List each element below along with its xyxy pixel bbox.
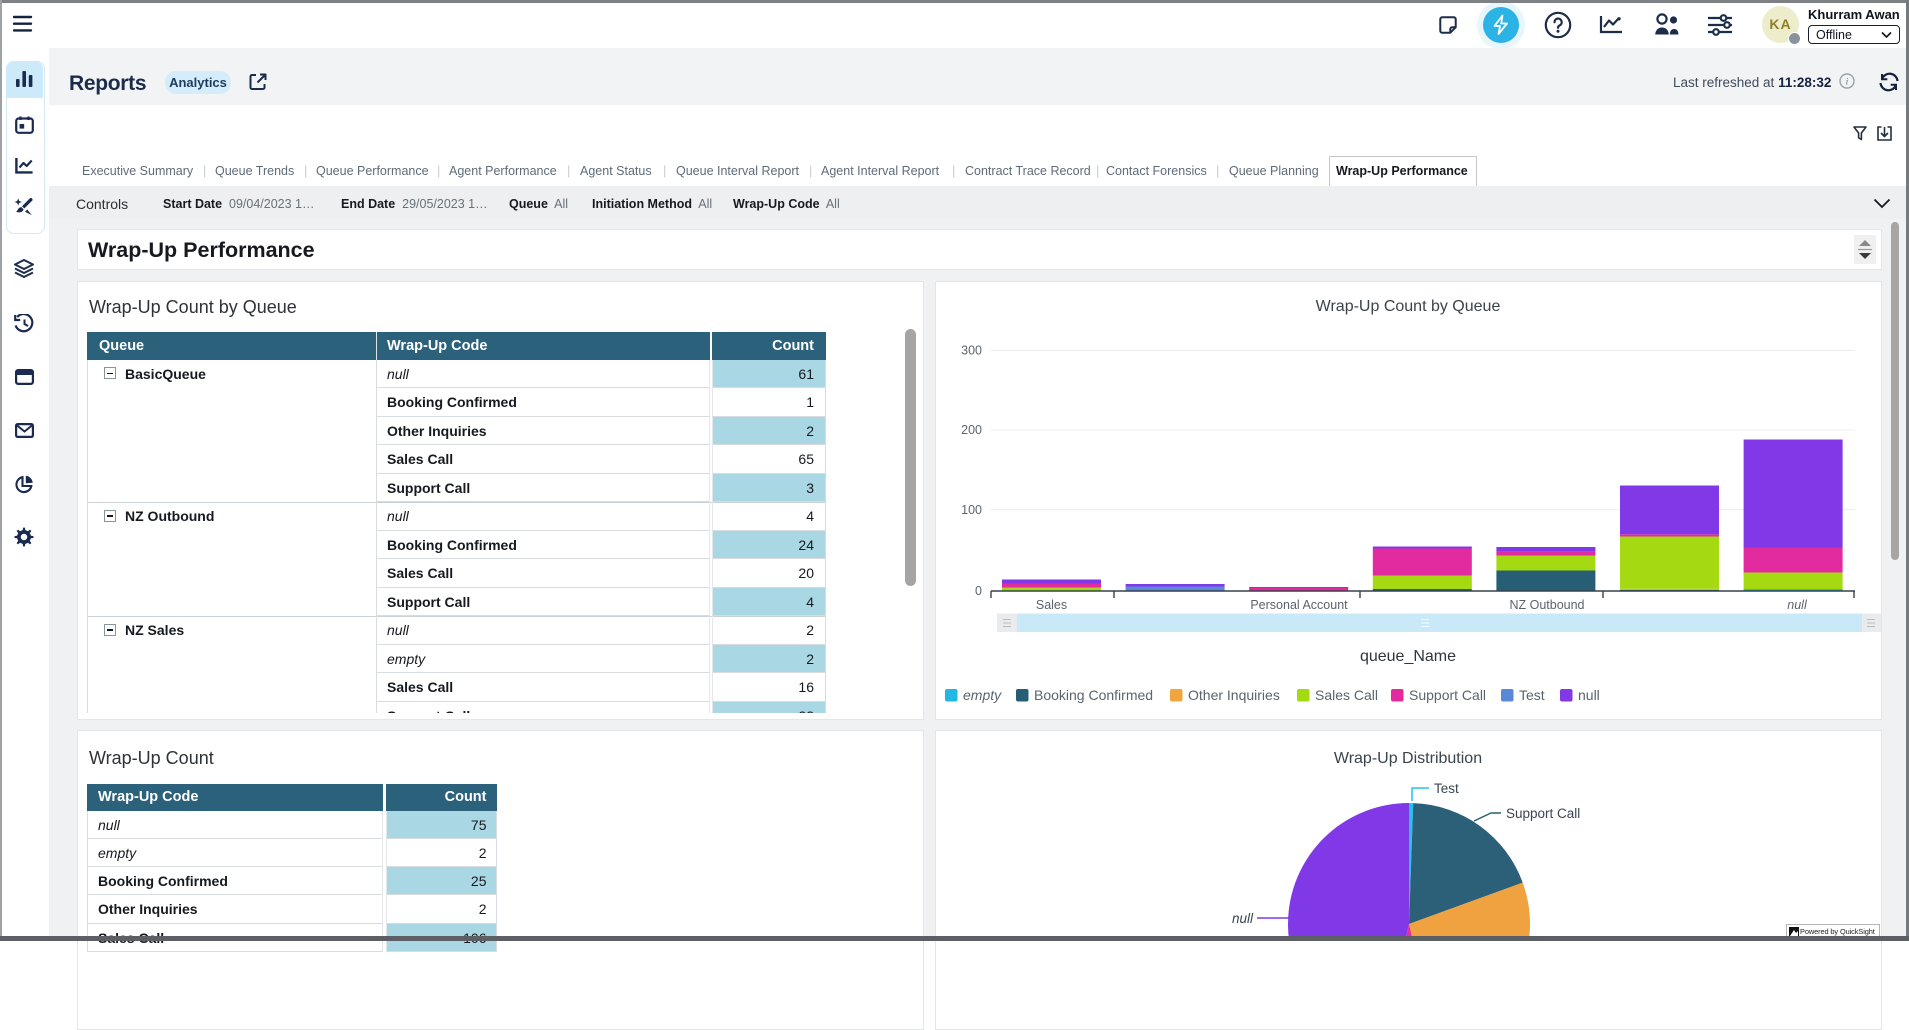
svg-text:null: null <box>1578 687 1600 703</box>
svg-text:i: i <box>1846 78 1849 88</box>
svg-text:Test: Test <box>1434 781 1459 796</box>
svg-text:Wrap-Up Count by Queue: Wrap-Up Count by Queue <box>1316 298 1501 315</box>
svg-text:null: null <box>1232 911 1254 926</box>
svg-text:0: 0 <box>975 584 982 598</box>
svg-text:Test: Test <box>1519 687 1545 703</box>
svg-text:Personal Account: Personal Account <box>1250 598 1348 612</box>
svg-text:Support Call: Support Call <box>1506 806 1580 821</box>
svg-text:queue_Name: queue_Name <box>1360 648 1456 665</box>
svg-text:300: 300 <box>961 343 982 357</box>
svg-text:Support Call: Support Call <box>1409 687 1486 703</box>
svg-text:100: 100 <box>961 503 982 517</box>
svg-text:empty: empty <box>963 687 1002 703</box>
svg-text:NZ Outbound: NZ Outbound <box>1509 598 1584 612</box>
svg-text:null: null <box>1787 598 1808 612</box>
svg-text:Sales Call: Sales Call <box>1315 687 1378 703</box>
svg-text:200: 200 <box>961 423 982 437</box>
svg-text:Wrap-Up Distribution: Wrap-Up Distribution <box>1334 750 1482 767</box>
svg-text:Other Inquiries: Other Inquiries <box>1188 687 1280 703</box>
svg-text:Sales: Sales <box>1036 598 1067 612</box>
svg-text:Booking Confirmed: Booking Confirmed <box>1034 687 1153 703</box>
